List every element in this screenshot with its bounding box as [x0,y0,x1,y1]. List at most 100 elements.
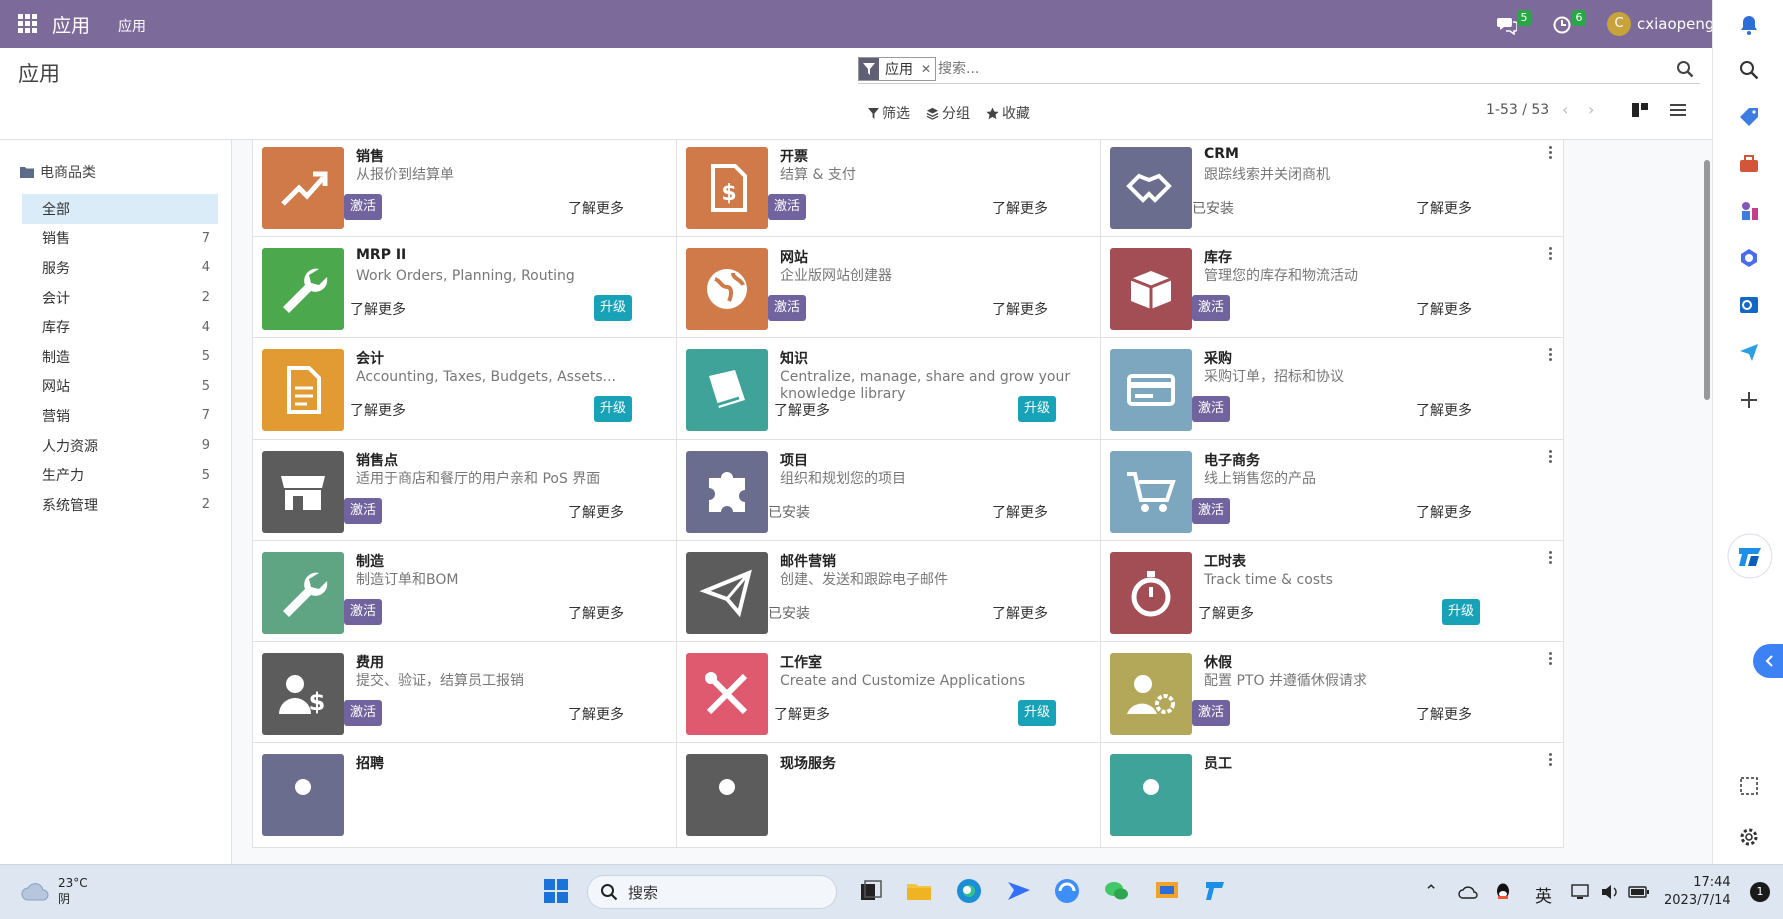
sidebar-item[interactable]: 营销 7 [22,401,218,431]
send-icon[interactable] [1738,341,1760,363]
learn-more-link[interactable]: 了解更多 [1416,400,1472,420]
app-card[interactable]: 项目 组织和规划您的项目 已安装 了解更多 [676,439,1140,545]
upgrade-button[interactable]: 升级 [1018,700,1057,726]
app-card[interactable]: CRM 跟踪线索并关闭商机 已安装 了解更多 [1100,140,1564,241]
sidebar-item[interactable]: 会计 2 [22,283,218,313]
task-view-icon[interactable] [856,876,886,906]
activate-button[interactable]: 激活 [344,700,383,726]
learn-more-link[interactable]: 了解更多 [1416,704,1472,724]
card-menu-icon[interactable] [1545,751,1555,767]
tag-icon[interactable] [1738,106,1760,128]
app-card[interactable]: 电子商务 线上销售您的产品 激活 了解更多 [1100,439,1564,545]
tray-expand-icon[interactable]: ⌃ [1424,882,1438,902]
learn-more-link[interactable]: 了解更多 [774,400,830,420]
pager-prev-icon[interactable]: ‹ [1562,100,1568,119]
search-icon[interactable] [1738,59,1760,81]
activate-button[interactable]: 激活 [1192,396,1231,422]
sidebar-item[interactable]: 人力资源 9 [22,431,218,461]
app-card[interactable]: 销售 从报价到结算单 激活 了解更多 [252,140,716,241]
messages-button[interactable]: 5 [1497,10,1537,36]
learn-more-link[interactable]: 了解更多 [1416,299,1472,319]
app-card[interactable]: 工时表 Track time & costs 了解更多 升级 [1100,540,1564,646]
kanban-view-icon[interactable] [1630,100,1650,120]
sidebar-item[interactable]: 全部 [22,194,218,224]
activate-button[interactable]: 激活 [1192,295,1231,321]
app-card[interactable]: 邮件营销 创建、发送和跟踪电子邮件 已安装 了解更多 [676,540,1140,646]
browser-360-icon[interactable] [1052,876,1082,906]
sidebar-item[interactable]: 网站 5 [22,372,218,402]
wechat-icon[interactable] [1102,876,1132,906]
app-grid-icon[interactable] [18,14,38,34]
bell-icon[interactable] [1738,14,1760,36]
activate-button[interactable]: 激活 [768,295,807,321]
copilot-icon[interactable] [1738,247,1760,269]
sidebar-item[interactable]: 生产力 5 [22,460,218,490]
app-card[interactable]: 销售点 适用于商店和餐厅的用户亲和 PoS 界面 激活 了解更多 [252,439,716,545]
collapse-tab[interactable] [1753,644,1783,678]
app-card[interactable]: 网站 企业版网站创建器 激活 了解更多 [676,236,1140,342]
floating-app-icon[interactable] [1726,532,1774,580]
app-card[interactable]: 制造 制造订单和BOM 激活 了解更多 [252,540,716,646]
sidebar-item[interactable]: 库存 4 [22,312,218,342]
learn-more-link[interactable]: 了解更多 [774,704,830,724]
volume-icon[interactable] [1600,883,1620,901]
gear-icon[interactable] [1738,826,1760,848]
activate-button[interactable]: 激活 [1192,498,1231,524]
upgrade-button[interactable]: 升级 [594,396,633,422]
notification-badge[interactable]: 1 [1750,882,1770,902]
app-card[interactable]: 库存 管理您的库存和物流活动 激活 了解更多 [1100,236,1564,342]
learn-more-link[interactable]: 了解更多 [1416,502,1472,522]
learn-more-link[interactable]: 了解更多 [992,502,1048,522]
network-icon[interactable] [1570,883,1590,901]
activate-button[interactable]: 激活 [344,599,383,625]
activate-button[interactable]: 激活 [344,194,383,220]
groupby-button[interactable]: 分组 [926,103,970,123]
screenshot-icon[interactable] [1738,775,1760,797]
app-card[interactable]: 工作室 Create and Customize Applications 了解… [676,641,1140,747]
favorites-button[interactable]: 收藏 [986,103,1030,123]
pager-value[interactable]: 1-53 / 53 [1486,102,1549,118]
card-menu-icon[interactable] [1545,346,1555,362]
battery-icon[interactable] [1628,883,1650,901]
learn-more-link[interactable]: 了解更多 [568,704,624,724]
filter-button[interactable]: 筛选 [868,103,910,123]
clock[interactable]: 17:44 2023/7/14 [1664,874,1731,910]
card-menu-icon[interactable] [1545,448,1555,464]
list-view-icon[interactable] [1668,100,1688,120]
qq-icon[interactable] [1494,882,1512,902]
file-explorer-icon[interactable] [904,876,934,906]
app-card[interactable]: $ 开票 结算 & 支付 激活 了解更多 [676,140,1140,241]
avatar[interactable]: C [1607,12,1631,36]
sidebar-item[interactable]: 制造 5 [22,342,218,372]
toolbox-icon[interactable] [1738,153,1760,175]
search-input[interactable] [938,58,1638,80]
card-menu-icon[interactable] [1545,245,1555,261]
learn-more-link[interactable]: 了解更多 [350,400,406,420]
sidebar-item[interactable]: 销售 7 [22,224,218,254]
upgrade-button[interactable]: 升级 [1442,599,1481,625]
username[interactable]: cxiaopeng [1637,15,1712,33]
activities-button[interactable]: 6 [1553,10,1593,36]
facet-remove-icon[interactable]: ✕ [917,62,935,76]
learn-more-link[interactable]: 了解更多 [992,198,1048,218]
feishu-icon[interactable] [1004,876,1034,906]
outlook-icon[interactable] [1738,294,1760,316]
app-card[interactable]: 知识 Centralize, manage, share and grow yo… [676,337,1140,445]
pager-next-icon[interactable]: › [1588,100,1594,119]
taskbar-search[interactable]: 搜索 [587,875,837,909]
edge-browser-icon[interactable] [954,876,984,906]
main-scrollbar[interactable] [1702,140,1712,864]
windows-start-icon[interactable] [541,876,571,906]
add-icon[interactable] [1738,389,1760,411]
card-menu-icon[interactable] [1545,650,1555,666]
sidebar-item[interactable]: 系统管理 2 [22,490,218,520]
weather-widget[interactable]: 23°C 阴 [20,875,88,907]
navbar-brand[interactable]: 应用 [52,11,90,38]
activate-button[interactable]: 激活 [344,498,383,524]
learn-more-link[interactable]: 了解更多 [350,299,406,319]
search-icon[interactable] [1676,60,1694,78]
learn-more-link[interactable]: 了解更多 [992,603,1048,623]
app-card[interactable]: 采购 采购订单，招标和协议 激活 了解更多 [1100,337,1564,443]
app-card[interactable]: 休假 配置 PTO 并遵循休假请求 激活 了解更多 [1100,641,1564,747]
app-card[interactable]: $ 费用 提交、验证，结算员工报销 激活 了解更多 [252,641,716,747]
